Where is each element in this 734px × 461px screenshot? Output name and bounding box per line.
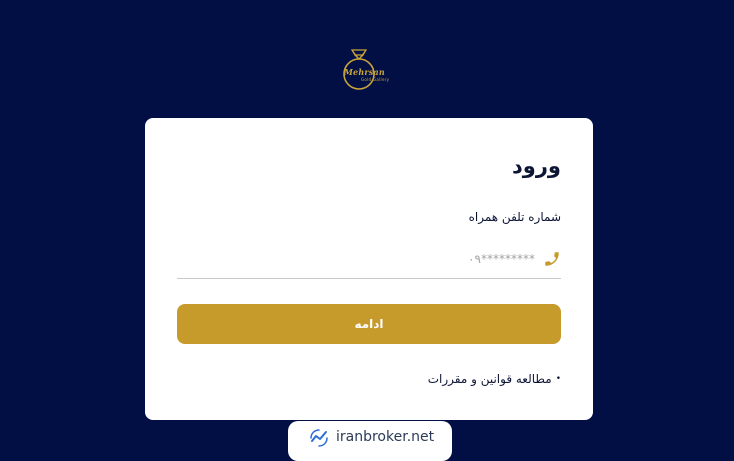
- watermark-text: iranbroker.net: [336, 429, 435, 445]
- terms-bullet: •: [555, 374, 561, 384]
- continue-button[interactable]: ادامه: [177, 304, 561, 344]
- phone-input[interactable]: [235, 248, 535, 270]
- terms-label: مطالعه قوانین و مقررات: [427, 372, 552, 386]
- watermark-badge: iranbroker.net: [288, 421, 452, 461]
- phone-field: [177, 244, 561, 279]
- phone-label: شماره تلفن همراه: [468, 210, 561, 224]
- login-card: ورود شماره تلفن همراه ادامه • مطالعه قوا…: [145, 118, 593, 420]
- chart-trend-icon: [310, 429, 328, 447]
- brand-logo: Mehrsan Gold Gallery: [335, 42, 401, 94]
- logo-tagline: Gold Gallery: [361, 77, 390, 82]
- page-title: ورود: [512, 154, 561, 178]
- logo-name: Mehrsan: [344, 67, 385, 77]
- terms-link[interactable]: • مطالعه قوانین و مقررات: [428, 372, 561, 386]
- phone-icon: [545, 252, 559, 266]
